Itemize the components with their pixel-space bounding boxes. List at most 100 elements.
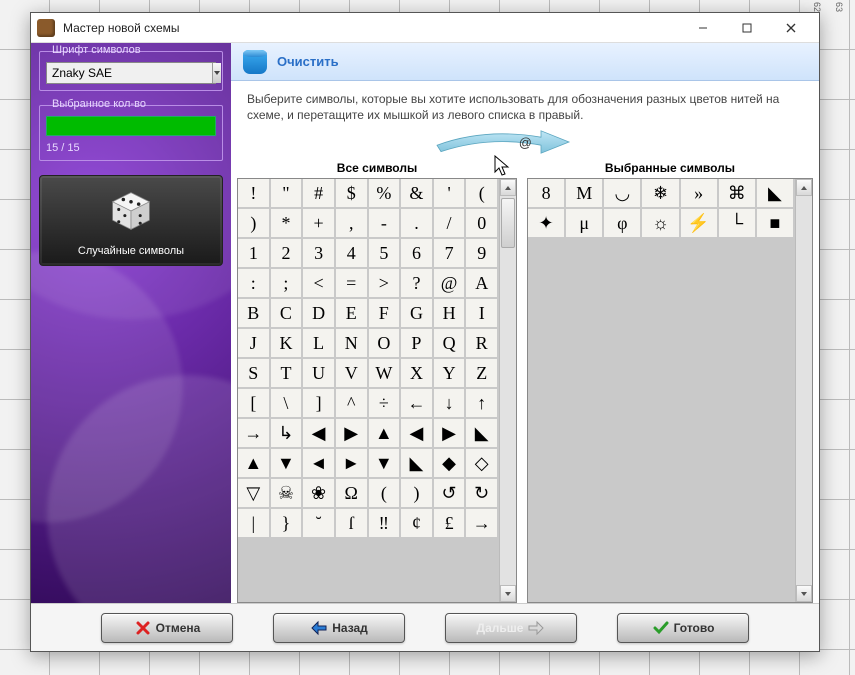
finish-button[interactable]: Готово xyxy=(617,613,749,643)
symbol-cell[interactable]: W xyxy=(369,359,402,389)
symbol-cell[interactable]: ) xyxy=(238,209,271,239)
symbol-cell[interactable]: ◄ xyxy=(303,449,336,479)
selected-symbol-cell[interactable]: ☼ xyxy=(642,209,680,239)
symbol-cell[interactable]: \ xyxy=(271,389,304,419)
selected-symbol-cell[interactable]: μ xyxy=(566,209,604,239)
symbol-cell[interactable]: K xyxy=(271,329,304,359)
symbol-cell[interactable]: ( xyxy=(369,479,402,509)
symbol-cell[interactable]: C xyxy=(271,299,304,329)
symbol-cell[interactable]: R xyxy=(466,329,499,359)
symbol-cell[interactable]: / xyxy=(434,209,467,239)
symbol-cell[interactable]: ◆ xyxy=(434,449,467,479)
symbol-cell[interactable]: ◀ xyxy=(401,419,434,449)
symbol-cell[interactable]: £ xyxy=(434,509,467,539)
symbol-cell[interactable]: 5 xyxy=(369,239,402,269)
symbol-cell[interactable]: 3 xyxy=(303,239,336,269)
symbol-cell[interactable]: ▲ xyxy=(369,419,402,449)
symbol-cell[interactable]: I xyxy=(466,299,499,329)
symbol-cell[interactable]: ❀ xyxy=(303,479,336,509)
symbol-cell[interactable]: ] xyxy=(303,389,336,419)
symbol-cell[interactable]: Y xyxy=(434,359,467,389)
symbol-cell[interactable]: D xyxy=(303,299,336,329)
symbol-cell[interactable]: ▼ xyxy=(271,449,304,479)
symbol-cell[interactable]: | xyxy=(238,509,271,539)
symbol-cell[interactable]: $ xyxy=(336,179,369,209)
selected-symbol-cell[interactable]: M xyxy=(566,179,604,209)
symbol-cell[interactable]: ↻ xyxy=(466,479,499,509)
symbol-cell[interactable]: L xyxy=(303,329,336,359)
selected-symbol-cell[interactable]: » xyxy=(681,179,719,209)
symbol-cell[interactable]: ↑ xyxy=(466,389,499,419)
symbol-cell[interactable]: 1 xyxy=(238,239,271,269)
symbol-cell[interactable]: U xyxy=(303,359,336,389)
symbol-cell[interactable]: @ xyxy=(434,269,467,299)
all-symbols-scrollbar[interactable] xyxy=(499,179,516,602)
symbol-cell[interactable]: 2 xyxy=(271,239,304,269)
symbol-cell[interactable]: ! xyxy=(238,179,271,209)
symbol-cell[interactable]: ? xyxy=(401,269,434,299)
next-button[interactable]: Дальше xyxy=(445,613,577,643)
symbol-cell[interactable]: ▲ xyxy=(238,449,271,479)
symbol-cell[interactable]: ‼ xyxy=(369,509,402,539)
scroll-thumb[interactable] xyxy=(501,198,515,248)
maximize-button[interactable] xyxy=(725,14,769,42)
symbol-cell[interactable]: % xyxy=(369,179,402,209)
close-button[interactable] xyxy=(769,14,813,42)
symbol-cell[interactable]: ¢ xyxy=(401,509,434,539)
selected-symbol-cell[interactable]: 8 xyxy=(528,179,566,209)
symbol-cell[interactable]: ▽ xyxy=(238,479,271,509)
minimize-button[interactable] xyxy=(681,14,725,42)
font-combobox-value[interactable] xyxy=(47,63,212,83)
symbol-cell[interactable]: V xyxy=(336,359,369,389)
back-button[interactable]: Назад xyxy=(273,613,405,643)
selected-symbol-cell[interactable]: ⚡ xyxy=(681,209,719,239)
symbol-cell[interactable]: ) xyxy=(401,479,434,509)
scroll-track[interactable] xyxy=(796,196,812,585)
symbol-cell[interactable]: + xyxy=(303,209,336,239)
symbol-cell[interactable]: Z xyxy=(466,359,499,389)
symbol-cell[interactable]: E xyxy=(336,299,369,329)
symbol-cell[interactable]: ◇ xyxy=(466,449,499,479)
selected-symbol-cell[interactable]: ❄ xyxy=(642,179,680,209)
symbol-cell[interactable]: Q xyxy=(434,329,467,359)
selected-symbol-cell[interactable]: φ xyxy=(604,209,642,239)
selected-symbol-cell[interactable]: ⌘ xyxy=(719,179,757,209)
symbol-cell[interactable]: # xyxy=(303,179,336,209)
symbol-cell[interactable]: A xyxy=(466,269,499,299)
symbol-cell[interactable]: P xyxy=(401,329,434,359)
symbol-cell[interactable]: ◣ xyxy=(401,449,434,479)
font-combobox[interactable] xyxy=(46,62,216,84)
symbol-cell[interactable]: ↳ xyxy=(271,419,304,449)
symbol-cell[interactable]: ſ xyxy=(336,509,369,539)
selected-symbol-cell[interactable]: ◡ xyxy=(604,179,642,209)
symbol-cell[interactable]: ← xyxy=(401,389,434,419)
symbol-cell[interactable]: = xyxy=(336,269,369,299)
symbol-cell[interactable]: - xyxy=(369,209,402,239)
symbol-cell[interactable]: ; xyxy=(271,269,304,299)
symbol-cell[interactable]: B xyxy=(238,299,271,329)
symbol-cell[interactable]: 4 xyxy=(336,239,369,269)
scroll-up-button[interactable] xyxy=(796,179,812,196)
symbol-cell[interactable]: ☠ xyxy=(271,479,304,509)
symbol-cell[interactable]: ( xyxy=(466,179,499,209)
symbol-cell[interactable]: J xyxy=(238,329,271,359)
symbol-cell[interactable]: S xyxy=(238,359,271,389)
symbol-cell[interactable]: → xyxy=(238,419,271,449)
symbol-cell[interactable]: Ω xyxy=(336,479,369,509)
symbol-cell[interactable]: > xyxy=(369,269,402,299)
selected-symbol-cell[interactable]: ✦ xyxy=(528,209,566,239)
symbol-cell[interactable]: ▼ xyxy=(369,449,402,479)
symbol-cell[interactable]: } xyxy=(271,509,304,539)
symbol-cell[interactable]: & xyxy=(401,179,434,209)
symbol-cell[interactable]: ▶ xyxy=(336,419,369,449)
all-symbols-grid[interactable]: !"#$%&'()*+,-./012345679:;<=>?@ABCDEFGHI… xyxy=(238,179,499,539)
symbol-cell[interactable]: H xyxy=(434,299,467,329)
scroll-up-button[interactable] xyxy=(500,179,516,196)
symbol-cell[interactable]: * xyxy=(271,209,304,239)
symbol-cell[interactable]: ÷ xyxy=(369,389,402,419)
symbol-cell[interactable]: ▶ xyxy=(434,419,467,449)
symbol-cell[interactable]: ^ xyxy=(336,389,369,419)
random-symbols-button[interactable]: Случайные символы xyxy=(39,175,223,266)
symbol-cell[interactable]: [ xyxy=(238,389,271,419)
symbol-cell[interactable]: O xyxy=(369,329,402,359)
